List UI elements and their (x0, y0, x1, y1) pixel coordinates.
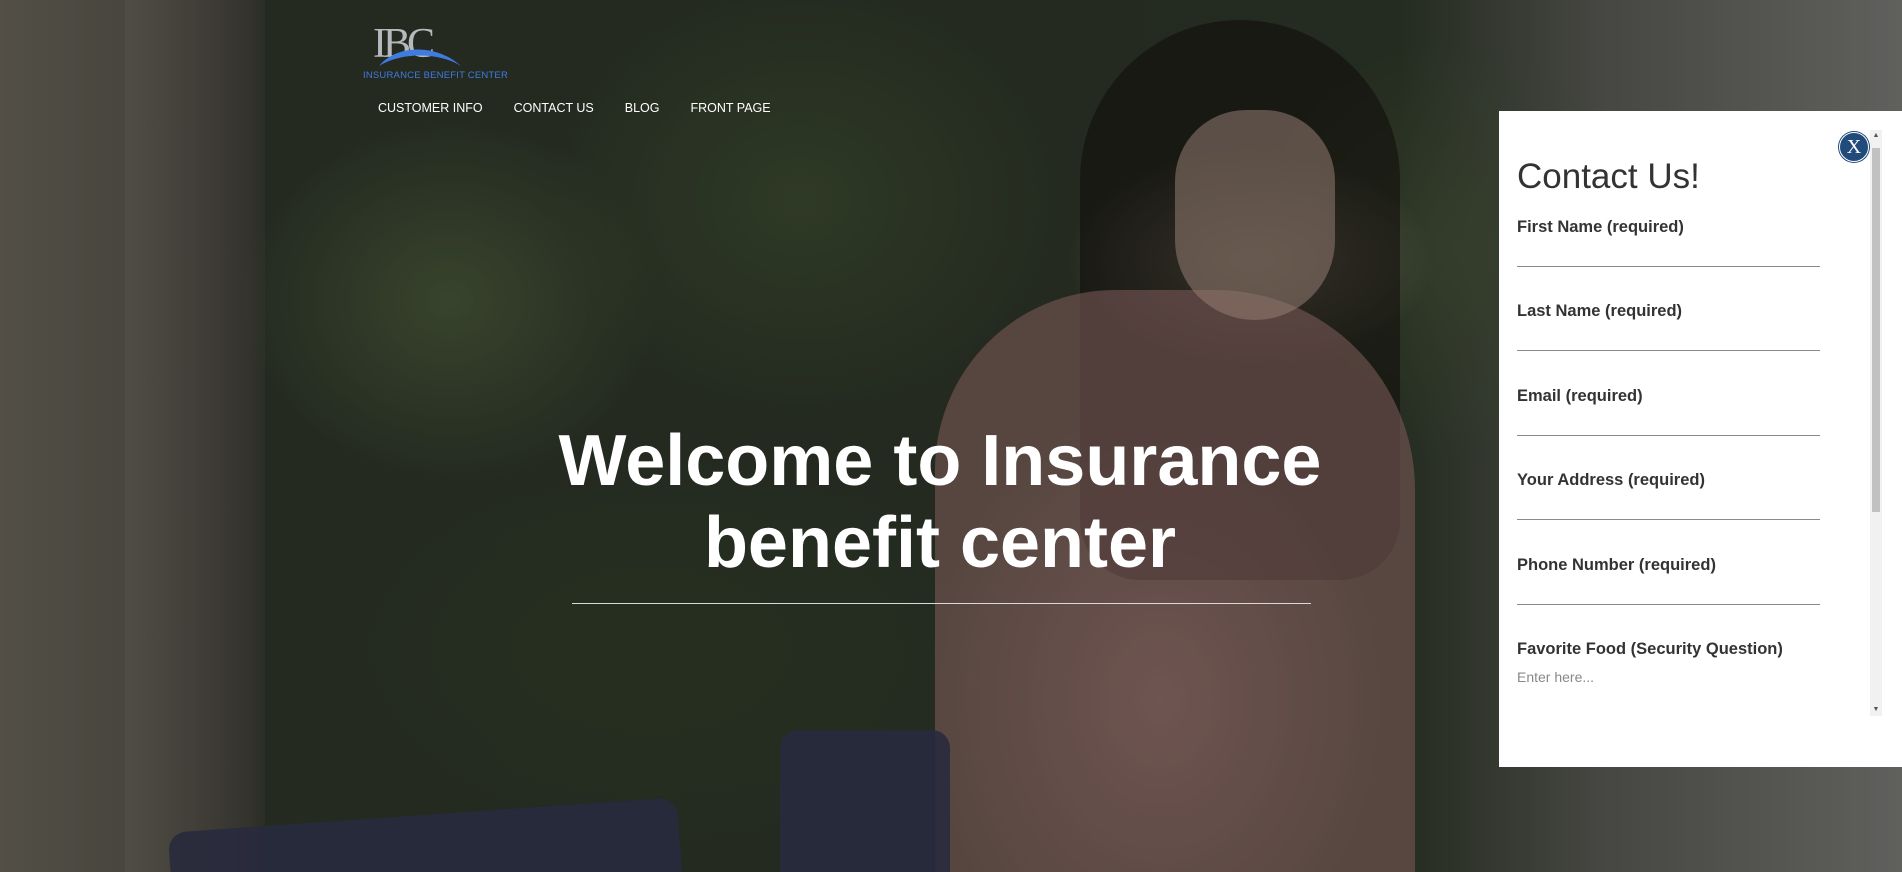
email-input[interactable] (1517, 413, 1820, 436)
nav-item-front-page[interactable]: FRONT PAGE (691, 101, 771, 115)
hero-headline-line1: Welcome to Insurance (558, 421, 1322, 501)
first-name-input[interactable] (1517, 244, 1820, 267)
first-name-field: First Name (required) (1517, 218, 1820, 267)
hero-headline: Welcome to Insurance benefit center (540, 420, 1340, 584)
hero-divider (572, 603, 1311, 604)
phone-input[interactable] (1517, 582, 1820, 605)
address-field: Your Address (required) (1517, 471, 1820, 520)
first-name-label: First Name (required) (1517, 218, 1684, 236)
main-nav: CUSTOMER INFO CONTACT US BLOG FRONT PAGE (378, 101, 802, 115)
triangle-down-icon[interactable]: ▼ (1870, 704, 1882, 716)
address-label: Your Address (required) (1517, 471, 1705, 489)
email-label: Email (required) (1517, 387, 1643, 405)
contact-panel-title: Contact Us! (1517, 157, 1700, 196)
favorite-food-input[interactable] (1517, 666, 1820, 688)
logo-subtitle: INSURANCE BENEFIT CENTER (363, 70, 509, 81)
panel-scrollbar[interactable]: ▲ ▼ (1870, 130, 1882, 716)
last-name-field: Last Name (required) (1517, 302, 1820, 351)
favorite-food-label: Favorite Food (Security Question) (1517, 640, 1783, 658)
favorite-food-field: Favorite Food (Security Question) (1517, 640, 1820, 688)
scrollbar-thumb[interactable] (1872, 148, 1880, 512)
last-name-input[interactable] (1517, 328, 1820, 351)
logo-swoosh-icon (379, 49, 461, 66)
hero-headline-line2: benefit center (703, 503, 1177, 583)
phone-field: Phone Number (required) (1517, 556, 1820, 605)
nav-item-contact-us[interactable]: CONTACT US (514, 101, 594, 115)
nav-item-customer-info[interactable]: CUSTOMER INFO (378, 101, 483, 115)
nav-item-blog[interactable]: BLOG (625, 101, 660, 115)
last-name-label: Last Name (required) (1517, 302, 1683, 320)
contact-panel: Contact Us! First Name (required) Last N… (1499, 111, 1902, 767)
email-field: Email (required) (1517, 387, 1820, 436)
address-input[interactable] (1517, 497, 1820, 520)
phone-label: Phone Number (required) (1517, 556, 1716, 574)
triangle-up-icon[interactable]: ▲ (1870, 130, 1882, 142)
site-logo[interactable]: IBC INSURANCE BENEFIT CENTER (363, 21, 509, 86)
close-icon[interactable]: X (1839, 132, 1869, 162)
